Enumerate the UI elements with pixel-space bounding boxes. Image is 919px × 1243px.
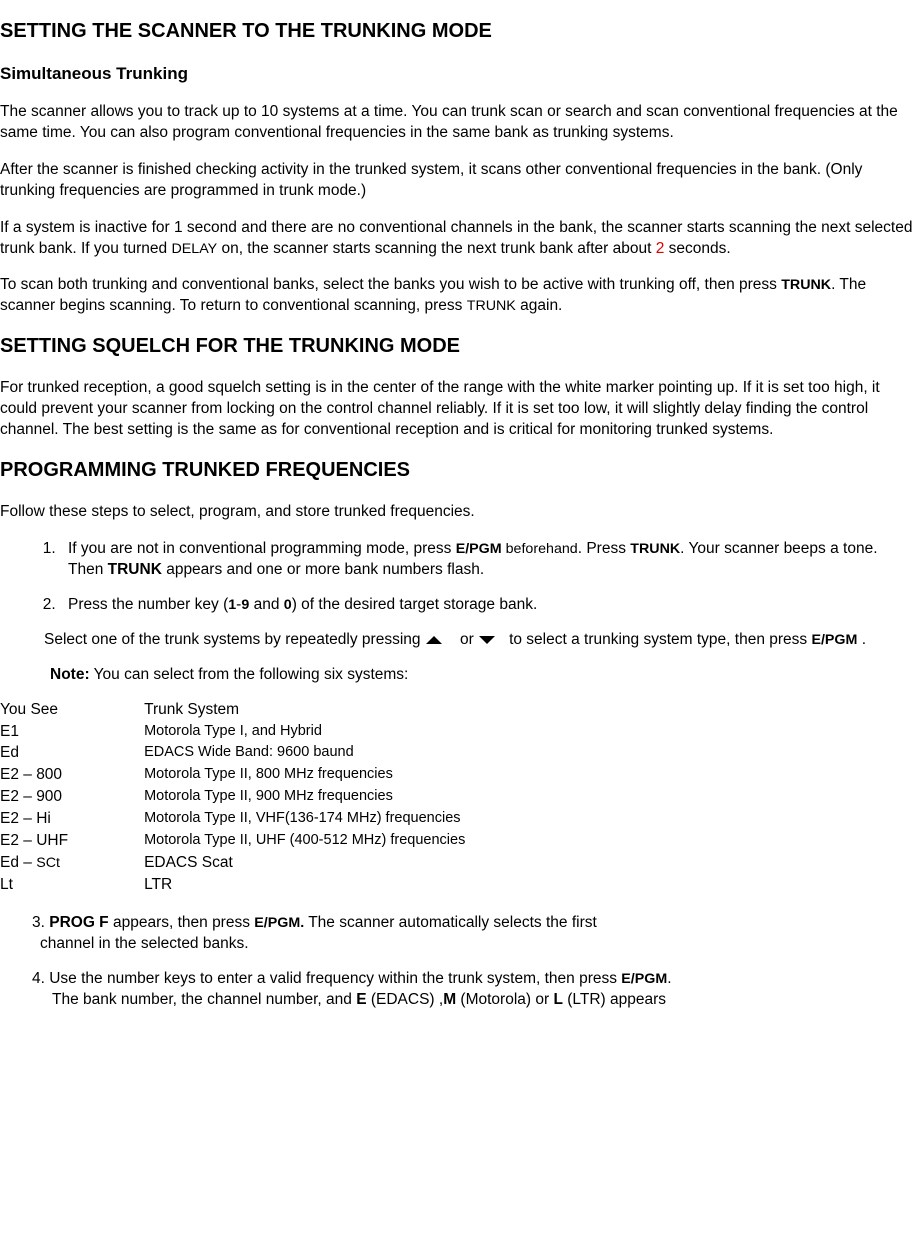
note-label: Note: [50, 666, 90, 683]
text: channel in the selected banks. [40, 935, 249, 952]
cell: Motorola Type II, UHF (400-512 MHz) freq… [74, 831, 471, 853]
para-1: The scanner allows you to track up to 10… [0, 102, 913, 144]
para-2: After the scanner is finished checking a… [0, 160, 913, 202]
text: The bank number, the channel number, and [52, 991, 356, 1008]
th-trunk-system: Trunk System [74, 700, 471, 722]
cell: E2 – Hi [0, 809, 74, 831]
cell: Motorola Type II, 900 MHz frequencies [74, 787, 471, 809]
up-arrow-icon [425, 635, 443, 645]
th-you-see: You See [0, 700, 74, 722]
text: and [249, 596, 283, 613]
step-4: 4. Use the number keys to enter a valid … [32, 969, 913, 1011]
label-e: E [356, 991, 366, 1008]
cell: Motorola Type II, VHF(136-174 MHz) frequ… [74, 809, 471, 831]
text: Press the number key ( [68, 596, 228, 613]
key-epgm: E/PGM [456, 541, 502, 557]
text: (Motorola) or [456, 991, 553, 1008]
cell: Ed – SCt [0, 853, 74, 875]
text: seconds. [664, 240, 730, 257]
cell: Lt [0, 875, 74, 897]
text: If you are not in conventional programmi… [68, 540, 456, 557]
cell: EDACS Scat [74, 853, 471, 875]
cell: Motorola Type I, and Hybrid [74, 722, 471, 744]
label-trunk: TRUNK [108, 561, 162, 578]
text: ) of the desired target storage bank. [292, 596, 538, 613]
key-0: 0 [284, 597, 292, 613]
text: (LTR) appears [563, 991, 666, 1008]
note-text: You can select from the following six sy… [90, 666, 409, 683]
label-prog-f: PROG F [49, 914, 108, 931]
para-4: To scan both trunking and conventional b… [0, 275, 913, 317]
key-epgm: E/PGM. [254, 915, 304, 931]
heading-simultaneous: Simultaneous Trunking [0, 63, 913, 86]
note: Note: You can select from the following … [50, 665, 913, 686]
key-trunk: TRUNK [781, 277, 831, 293]
cell: E2 – 800 [0, 765, 74, 787]
text: . [857, 631, 866, 648]
down-arrow-icon [478, 635, 496, 645]
text: appears, then press [109, 914, 255, 931]
cell: EDACS Wide Band: 9600 baund [74, 743, 471, 765]
cell: Ed [0, 743, 74, 765]
text: beforehand [502, 541, 578, 557]
step-3: 3. PROG F appears, then press E/PGM. The… [32, 913, 913, 955]
text: 3. [32, 914, 49, 931]
text: The scanner automatically selects the fi… [304, 914, 597, 931]
text: to select a trunking system type, then p… [505, 631, 812, 648]
trunk-system-table: You SeeTrunk System E1Motorola Type I, a… [0, 700, 471, 897]
step-1: If you are not in conventional programmi… [60, 539, 913, 581]
key-delay: DELAY [171, 241, 217, 257]
key-1: 1 [228, 597, 236, 613]
text: (EDACS) , [367, 991, 444, 1008]
text: To scan both trunking and conventional b… [0, 276, 781, 293]
key-trunk: TRUNK [467, 298, 516, 314]
key-epgm: E/PGM [811, 632, 857, 648]
text: on, the scanner starts scanning the next… [217, 240, 656, 257]
step-2-sub: Select one of the trunk systems by repea… [44, 630, 913, 651]
text: Select one of the trunk systems by repea… [44, 631, 425, 648]
para-3: If a system is inactive for 1 second and… [0, 218, 913, 260]
cell: E2 – 900 [0, 787, 74, 809]
step-2: Press the number key (1-9 and 0) of the … [60, 595, 913, 616]
para-6: Follow these steps to select, program, a… [0, 502, 913, 523]
cell: LTR [74, 875, 471, 897]
cell: E1 [0, 722, 74, 744]
text: or [456, 631, 478, 648]
text: 4. Use the number keys to enter a valid … [32, 970, 621, 987]
heading-trunking-mode: SETTING THE SCANNER TO THE TRUNKING MODE [0, 18, 913, 45]
text: again. [516, 297, 563, 314]
cell: E2 – UHF [0, 831, 74, 853]
heading-programming: PROGRAMMING TRUNKED FREQUENCIES [0, 457, 913, 484]
cell: Motorola Type II, 800 MHz frequencies [74, 765, 471, 787]
key-epgm: E/PGM [621, 971, 667, 987]
key-trunk: TRUNK [630, 541, 680, 557]
label-m: M [443, 991, 456, 1008]
label-l: L [553, 991, 562, 1008]
heading-squelch: SETTING SQUELCH FOR THE TRUNKING MODE [0, 333, 913, 360]
text: appears and one or more bank numbers fla… [162, 561, 484, 578]
text: . [667, 970, 671, 987]
text: . Press [578, 540, 631, 557]
para-5: For trunked reception, a good squelch se… [0, 378, 913, 441]
